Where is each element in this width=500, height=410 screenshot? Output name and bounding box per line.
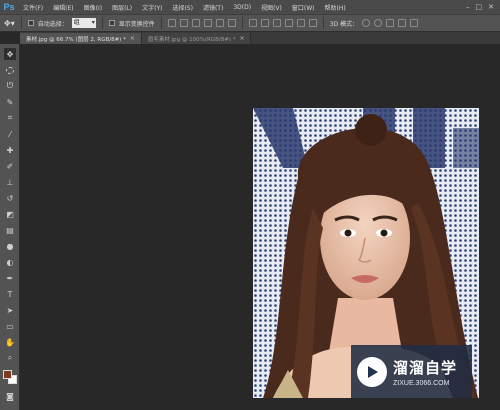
clone-stamp-icon[interactable]: ⊥ [4, 176, 16, 188]
window-controls: – □ ✕ [466, 3, 500, 11]
align-vcenter-icon[interactable] [179, 19, 188, 27]
close-icon[interactable]: × [239, 35, 244, 42]
path-select-icon[interactable]: ➤ [4, 304, 16, 316]
separator [101, 17, 103, 29]
align-bottom-icon[interactable] [191, 19, 200, 27]
brush-icon[interactable]: ✐ [4, 160, 16, 172]
watermark-url: ZIXUE.3066.COM [393, 379, 450, 387]
watermark-title: 溜溜自学 [393, 358, 458, 377]
auto-select-dropdown[interactable]: 组 [71, 18, 96, 28]
menu-bar: Ps 文件(F) 编辑(E) 图像(I) 图层(L) 文字(Y) 选择(S) 滤… [0, 0, 500, 14]
move-tool-preset-icon[interactable]: ✥▾ [4, 19, 15, 28]
distribute-bottom-icon[interactable] [272, 19, 281, 27]
auto-select-label: 自动选择： [37, 20, 68, 28]
menu-filter[interactable]: 滤镜(T) [198, 3, 228, 12]
maximize-button[interactable]: □ [476, 3, 483, 11]
show-transform-checkbox[interactable] [108, 20, 115, 26]
document-tab-bar: 素材.jpg @ 66.7% (图层 2, RGB/8#) * × 眉毛素材.j… [20, 32, 500, 44]
distribute-hcenter-icon[interactable] [296, 19, 305, 27]
3d-scale-icon[interactable] [410, 19, 419, 27]
history-brush-icon[interactable]: ↺ [4, 192, 16, 204]
distribute-vcenter-icon[interactable] [260, 19, 269, 27]
pen-icon[interactable]: ✒ [4, 272, 16, 284]
align-top-icon[interactable] [167, 19, 176, 27]
quick-mask-icon[interactable]: ◙ [4, 390, 16, 402]
spot-heal-icon[interactable]: ✚ [4, 144, 16, 156]
distribute-top-icon[interactable] [248, 19, 257, 27]
marquee-icon[interactable] [4, 64, 16, 76]
tab-label: 眉毛素材.jpg @ 100%(RGB/8#) * [147, 36, 236, 43]
watermark-text: 溜溜自学 ZIXUE.3066.COM [393, 357, 457, 387]
menu-view[interactable]: 视图(V) [256, 3, 287, 12]
toolbox: ✥ ᘎ ✎ ⌗ ⁄ ✚ ✐ ⊥ ↺ ◩ ▤ ● ◐ ✒ T ➤ ▭ ✋ ⌕ ◙ [0, 44, 20, 410]
crop-icon[interactable]: ⌗ [4, 112, 16, 124]
distribute-right-icon[interactable] [308, 19, 317, 27]
3d-roll-icon[interactable] [374, 19, 383, 27]
quick-select-icon[interactable]: ✎ [4, 96, 16, 108]
blur-icon[interactable]: ● [4, 240, 16, 252]
lasso-icon[interactable]: ᘎ [4, 80, 16, 92]
separator [160, 17, 162, 29]
separator [322, 17, 324, 29]
zoom-icon[interactable]: ⌕ [4, 352, 16, 364]
menu-type[interactable]: 文字(Y) [137, 3, 167, 12]
menu-layer[interactable]: 图层(L) [107, 3, 137, 12]
auto-select-checkbox[interactable] [27, 20, 34, 26]
gradient-icon[interactable]: ▤ [4, 224, 16, 236]
align-hcenter-icon[interactable] [215, 19, 224, 27]
options-bar: ✥▾ 自动选择： 组 显示变换控件 3D 模式： [0, 14, 500, 32]
hand-icon[interactable]: ✋ [4, 336, 16, 348]
eraser-icon[interactable]: ◩ [4, 208, 16, 220]
close-button[interactable]: ✕ [488, 3, 494, 11]
menu-window[interactable]: 窗口(W) [287, 3, 320, 12]
menu-image[interactable]: 图像(I) [79, 3, 107, 12]
type-icon[interactable]: T [4, 288, 16, 300]
menu-help[interactable]: 帮助(H) [320, 3, 351, 12]
3d-orbit-icon[interactable] [362, 19, 371, 27]
3d-slide-icon[interactable] [398, 19, 407, 27]
eyedropper-icon[interactable]: ⁄ [4, 128, 16, 140]
dodge-icon[interactable]: ◐ [4, 256, 16, 268]
3d-mode-label: 3D 模式： [329, 20, 359, 28]
tab-label: 素材.jpg @ 66.7% (图层 2, RGB/8#) * [26, 36, 126, 43]
distribute-left-icon[interactable] [284, 19, 293, 27]
move-icon[interactable]: ✥ [4, 48, 16, 60]
close-icon[interactable]: × [130, 35, 135, 42]
tab-document-2[interactable]: 眉毛素材.jpg @ 100%(RGB/8#) * × [141, 33, 252, 44]
separator [241, 17, 243, 29]
align-right-icon[interactable] [227, 19, 236, 27]
tab-document-1[interactable]: 素材.jpg @ 66.7% (图层 2, RGB/8#) * × [20, 33, 142, 44]
3d-pan-icon[interactable] [386, 19, 395, 27]
rectangle-icon[interactable]: ▭ [4, 320, 16, 332]
status-bar [21, 398, 500, 410]
watermark: 溜溜自学 ZIXUE.3066.COM [351, 345, 472, 398]
menu-3d[interactable]: 3D(D) [228, 4, 256, 11]
align-left-icon[interactable] [203, 19, 212, 27]
menu-file[interactable]: 文件(F) [18, 3, 48, 12]
separator [20, 17, 22, 29]
menu-select[interactable]: 选择(S) [167, 3, 198, 12]
play-logo-icon [357, 356, 387, 387]
photoshop-logo: Ps [3, 2, 15, 12]
foreground-color-swatch[interactable] [3, 370, 12, 379]
show-transform-label: 显示变换控件 [118, 20, 155, 28]
minimize-button[interactable]: – [466, 3, 470, 11]
menu-edit[interactable]: 编辑(E) [48, 3, 78, 12]
